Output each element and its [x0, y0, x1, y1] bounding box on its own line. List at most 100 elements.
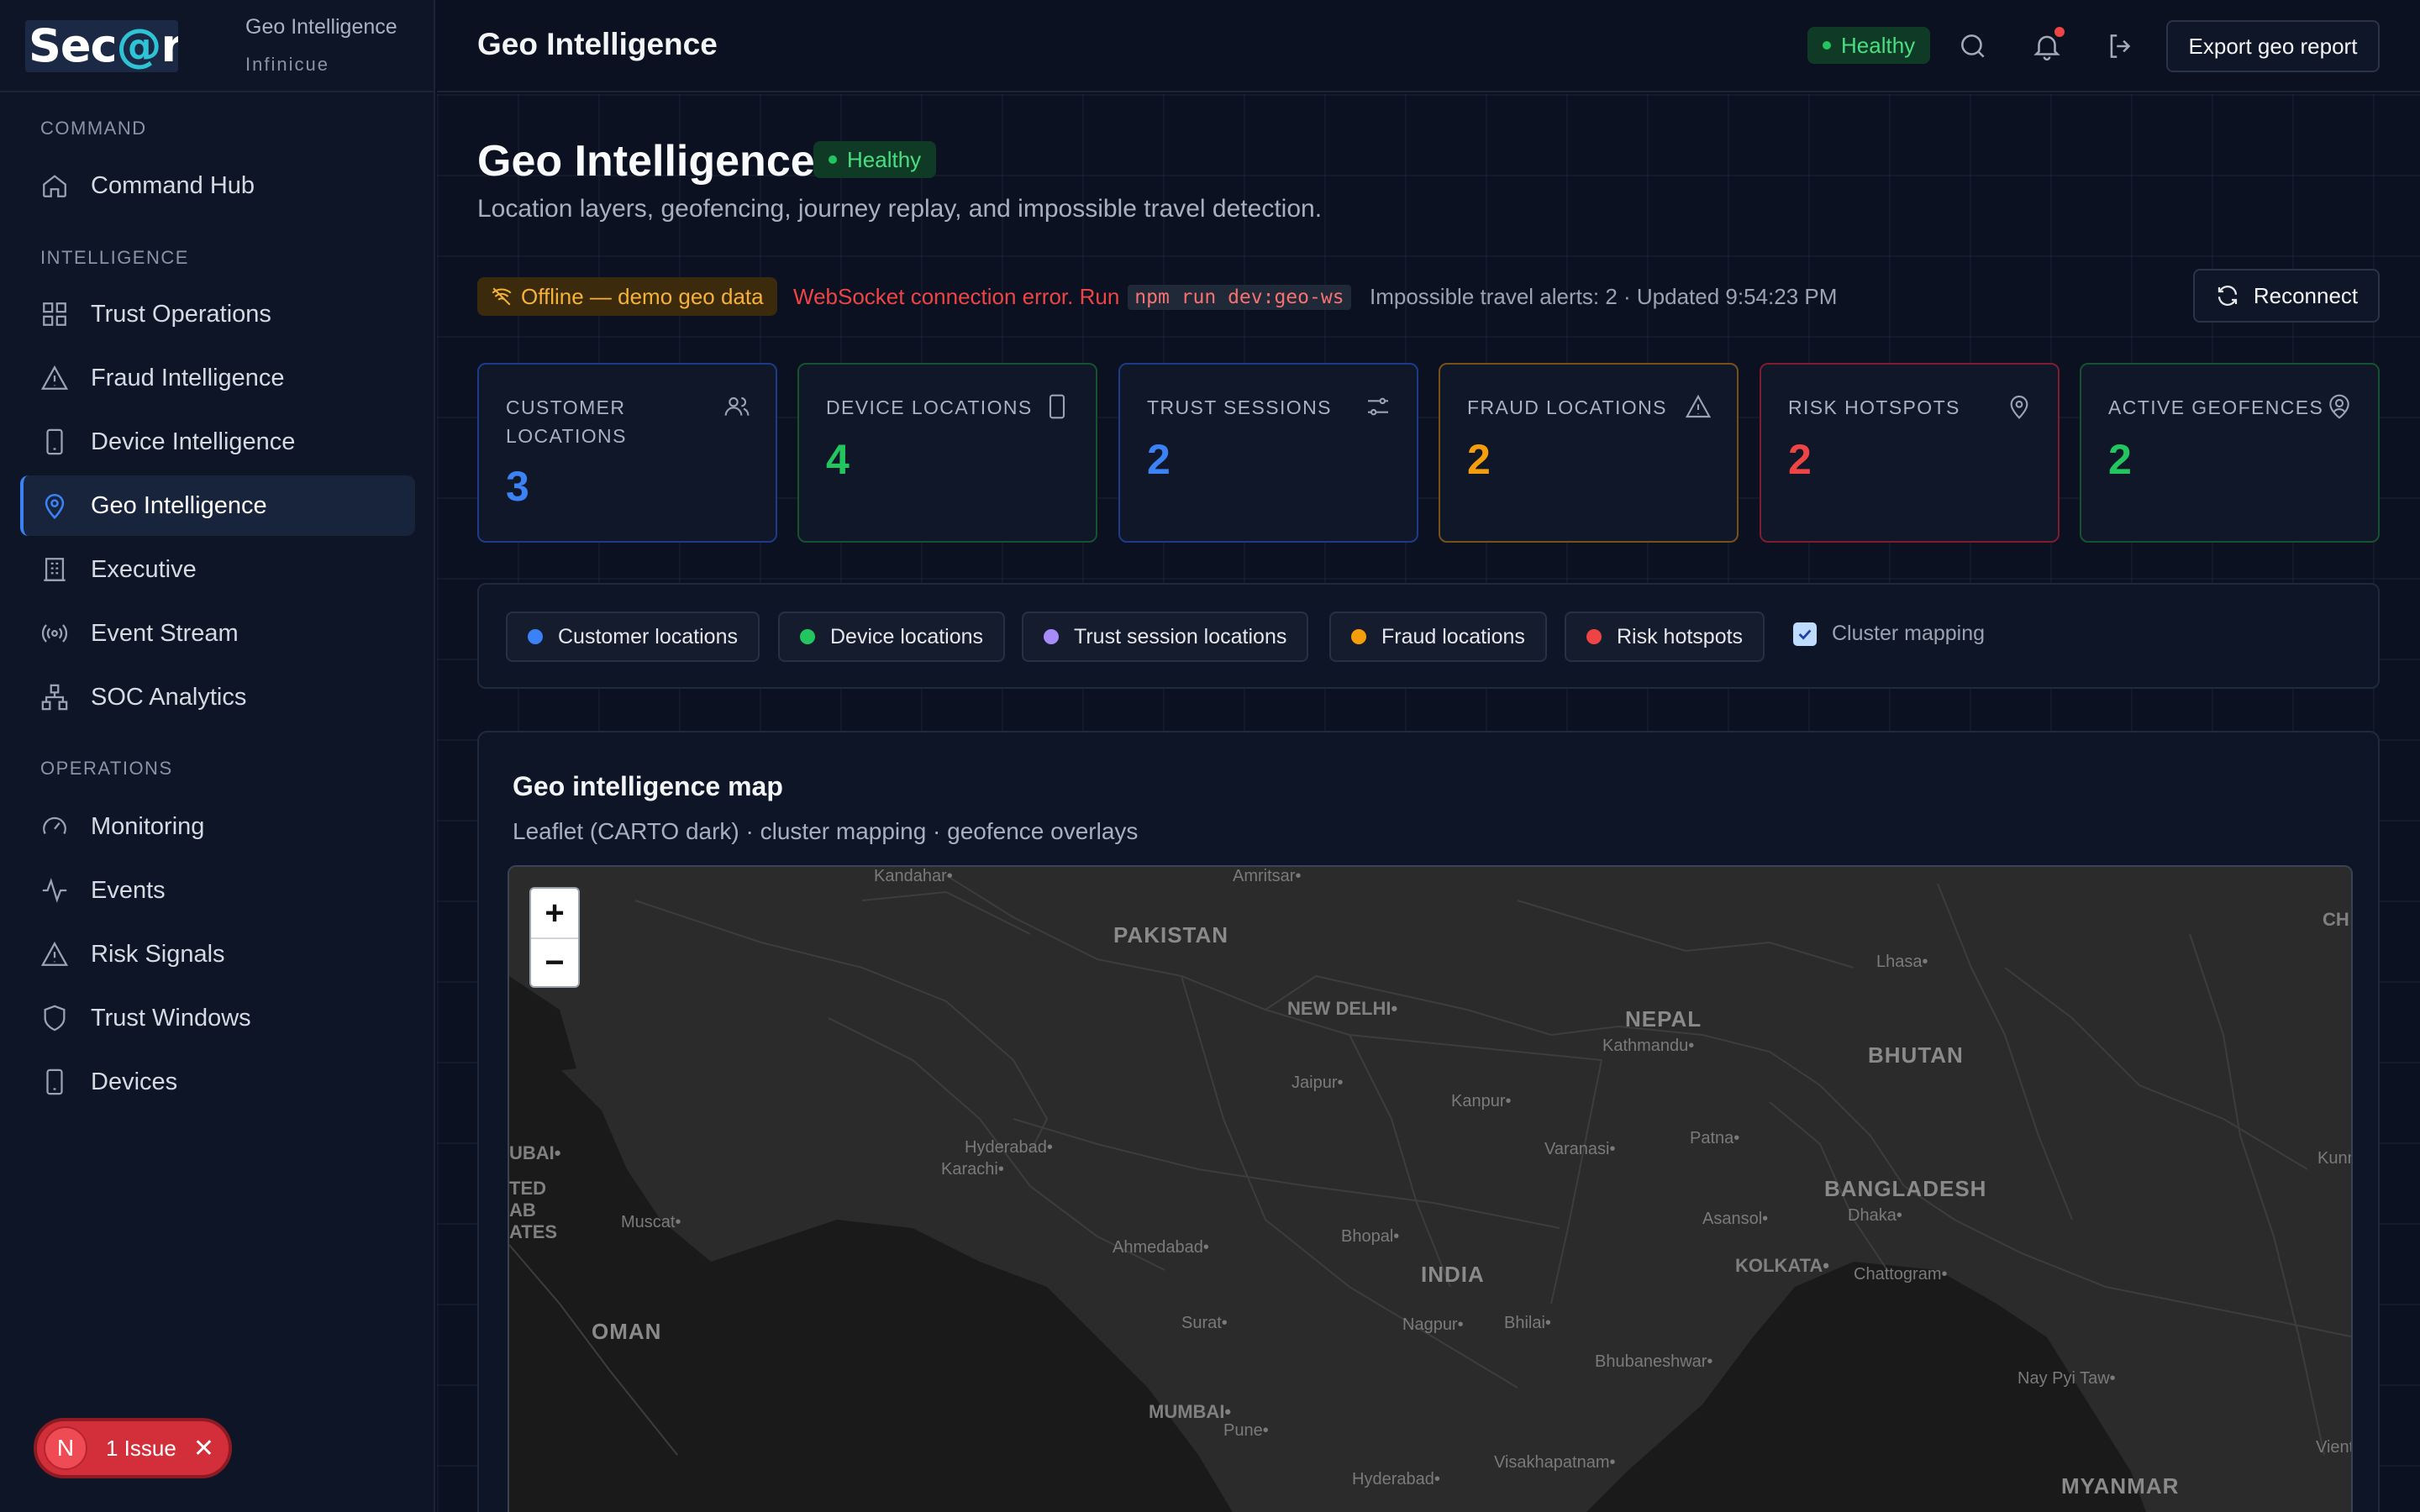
map-title: Geo intelligence map: [513, 771, 783, 801]
cluster-mapping-checkbox[interactable]: Cluster mapping: [1793, 622, 1985, 646]
building-icon: [40, 555, 69, 584]
brand: Sec@r Geo Intelligence Infinicue: [0, 0, 434, 92]
sidebar-item-label: Fraud Intelligence: [91, 364, 285, 391]
map-label: Kandahar•: [874, 867, 953, 885]
map-label: Jaipur•: [1292, 1074, 1344, 1092]
zoom-out-button[interactable]: −: [531, 937, 578, 986]
map-label: Bhilai•: [1504, 1314, 1551, 1332]
network-icon: [40, 683, 69, 711]
sidebar-item-fraud-intelligence[interactable]: Fraud Intelligence: [20, 348, 415, 408]
close-icon[interactable]: ✕: [193, 1434, 214, 1463]
main-content: Geo Intelligence Healthy Location layers…: [437, 94, 2420, 1512]
map-label: Hyderabad•: [1352, 1470, 1440, 1488]
brand-subtitle: Infinicue: [245, 54, 329, 75]
sidebar-item-command-hub[interactable]: Command Hub: [20, 155, 415, 216]
layer-chip-device-locations[interactable]: Device locations: [778, 612, 1006, 662]
sidebar-item-trust-windows[interactable]: Trust Windows: [20, 988, 415, 1048]
page-status-badge: Healthy: [813, 141, 937, 178]
map-label: BHUTAN: [1868, 1042, 1964, 1068]
wifi-off-icon: [492, 287, 512, 306]
stat-value: 4: [826, 436, 850, 483]
geo-map[interactable]: + − Kandahar• Amritsar• PAKISTAN CH Lhas…: [508, 865, 2353, 1512]
sliders-icon: [1365, 393, 1392, 420]
warning-icon: [40, 940, 69, 969]
sidebar-item-executive[interactable]: Executive: [20, 539, 415, 600]
sidebar-item-monitoring[interactable]: Monitoring: [20, 796, 415, 857]
sidebar-item-soc-analytics[interactable]: SOC Analytics: [20, 667, 415, 727]
map-label: Bhopal•: [1341, 1227, 1400, 1246]
map-label: CH: [2323, 909, 2349, 930]
map-base-layer: [509, 867, 2351, 1512]
users-icon: [723, 393, 750, 420]
layer-chip-risk-hotspots[interactable]: Risk hotspots: [1565, 612, 1765, 662]
map-label: MUMBAI•: [1149, 1401, 1232, 1422]
status-dot: [1823, 41, 1831, 50]
section-label-command: COMMAND: [40, 118, 147, 139]
map-label: Hyderabad•: [965, 1138, 1053, 1157]
nextjs-logo-icon: N: [44, 1426, 87, 1470]
export-geo-report-button[interactable]: Export geo report: [2166, 20, 2380, 72]
stat-label: CUSTOMER LOCATIONS: [506, 396, 627, 447]
stat-label: TRUST SESSIONS: [1147, 396, 1332, 418]
stat-label: FRAUD LOCATIONS: [1467, 396, 1667, 418]
logo[interactable]: Sec@r: [25, 20, 178, 72]
sidebar-item-label: Risk Signals: [91, 940, 225, 968]
offline-badge: Offline — demo geo data: [477, 277, 777, 316]
layer-chip-customer-locations[interactable]: Customer locations: [506, 612, 760, 662]
stat-card-risk-hotspots[interactable]: RISK HOTSPOTS 2: [1760, 363, 2060, 543]
page-description: Location layers, geofencing, journey rep…: [477, 195, 1323, 223]
sidebar-item-risk-signals[interactable]: Risk Signals: [20, 924, 415, 984]
user-pin-icon: [2326, 393, 2353, 420]
stat-card-customer-locations[interactable]: CUSTOMER LOCATIONS 3: [477, 363, 777, 543]
map-label: Pune•: [1223, 1421, 1269, 1440]
map-label: Ahmedabad•: [1113, 1238, 1209, 1257]
layer-chip-trust-session-locations[interactable]: Trust session locations: [1022, 612, 1309, 662]
map-label: Bhubaneshwar•: [1595, 1352, 1713, 1371]
sidebar-item-event-stream[interactable]: Event Stream: [20, 603, 415, 664]
stat-card-active-geofences[interactable]: ACTIVE GEOFENCES 2: [2080, 363, 2380, 543]
map-label: Visakhapatnam•: [1494, 1453, 1616, 1472]
search-icon[interactable]: [1957, 30, 1989, 62]
issues-indicator[interactable]: N 1 Issue ✕: [34, 1418, 232, 1478]
status-dot: [829, 155, 837, 164]
bell-icon[interactable]: [2031, 27, 2065, 62]
map-label: Kanpur•: [1451, 1092, 1512, 1110]
top-bar: Geo Intelligence Healthy Export geo repo…: [437, 0, 2420, 92]
map-label: Kathmandu•: [1602, 1037, 1695, 1055]
sidebar-item-geo-intelligence[interactable]: Geo Intelligence: [20, 475, 415, 536]
map-label: Patna•: [1690, 1129, 1740, 1147]
status-badge: Healthy: [1807, 27, 1931, 64]
top-bar-title: Geo Intelligence: [477, 27, 718, 61]
map-label: NEW DELHI•: [1287, 998, 1398, 1019]
stat-label: ACTIVE GEOFENCES: [2108, 396, 2324, 418]
map-label: Vientia: [2316, 1438, 2353, 1457]
ws-command: npm run dev:geo-ws: [1128, 284, 1351, 310]
layer-chip-fraud-locations[interactable]: Fraud locations: [1329, 612, 1547, 662]
reconnect-button[interactable]: Reconnect: [2193, 269, 2380, 323]
device-icon: [1044, 393, 1071, 420]
activity-icon: [40, 876, 69, 905]
sidebar: Sec@r Geo Intelligence Infinicue COMMAND…: [0, 0, 435, 1512]
device-icon: [40, 428, 69, 456]
broadcast-icon: [40, 619, 69, 648]
stat-card-trust-sessions[interactable]: TRUST SESSIONS 2: [1118, 363, 1418, 543]
map-label: Varanasi•: [1544, 1140, 1616, 1158]
stat-card-fraud-locations[interactable]: FRAUD LOCATIONS 2: [1439, 363, 1739, 543]
sidebar-item-devices[interactable]: Devices: [20, 1052, 415, 1112]
map-label: UBAI•: [509, 1142, 561, 1163]
map-label: BANGLADESH: [1824, 1176, 1987, 1201]
map-subtitle: Leaflet (CARTO dark) · cluster mapping ·…: [513, 818, 1139, 844]
stat-card-device-locations[interactable]: DEVICE LOCATIONS 4: [797, 363, 1097, 543]
layer-dot: [1586, 629, 1602, 644]
sidebar-item-trust-operations[interactable]: Trust Operations: [20, 284, 415, 344]
logout-icon[interactable]: [2105, 30, 2137, 62]
map-label: KOLKATA•: [1735, 1255, 1829, 1276]
stat-value: 2: [2108, 436, 2132, 483]
zoom-in-button[interactable]: +: [531, 889, 578, 937]
sidebar-item-device-intelligence[interactable]: Device Intelligence: [20, 412, 415, 472]
map-label: INDIA: [1421, 1262, 1485, 1287]
sidebar-item-events[interactable]: Events: [20, 860, 415, 921]
map-pin-icon: [40, 491, 69, 520]
map-label: Nay Pyi Taw•: [2018, 1369, 2116, 1388]
shield-icon: [40, 1004, 69, 1032]
